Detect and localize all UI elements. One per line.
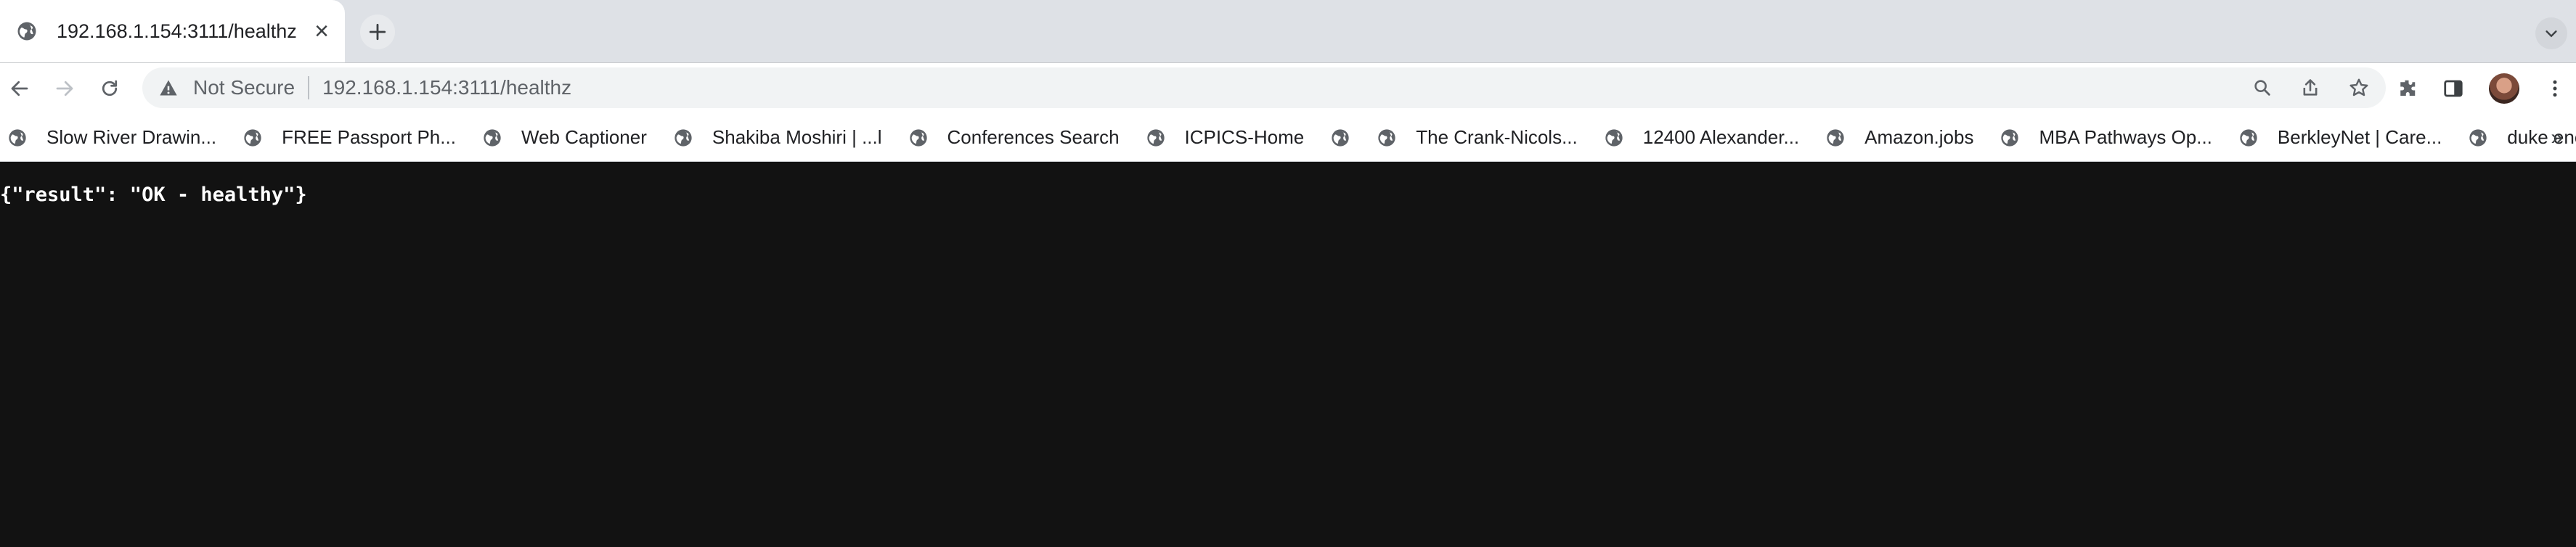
bookmark-label: 12400 Alexander...: [1642, 126, 1800, 148]
bookmark-item[interactable]: 12400 Alexander...: [1604, 121, 1808, 155]
bookmark-item[interactable]: ICPICS-Home: [1146, 121, 1313, 155]
bookmark-item[interactable]: Conferences Search: [908, 121, 1128, 155]
page-content: {"result": "OK - healthy"}: [0, 162, 2576, 546]
close-tab-icon[interactable]: ×: [307, 17, 336, 46]
globe-icon: [242, 128, 263, 148]
active-tab[interactable]: 192.168.1.154:3111/healthz ×: [0, 0, 345, 62]
bookmark-label: Shakiba Moshiri | ...l: [712, 126, 882, 148]
bookmark-label: MBA Pathways Op...: [2039, 126, 2212, 148]
browser-chrome: 192.168.1.154:3111/healthz × Not Secure …: [0, 0, 2576, 162]
toolbar-right-actions: [2396, 63, 2576, 114]
url-host: 192.168.1.154: [322, 76, 453, 99]
json-response-text: {"result": "OK - healthy"}: [0, 184, 307, 206]
bookmark-item[interactable]: BerkleyNet | Care...: [2238, 121, 2450, 155]
bookmark-item[interactable]: Slow River Drawin...: [7, 121, 225, 155]
tab-search-button[interactable]: [2535, 17, 2567, 49]
globe-icon: [2000, 128, 2020, 148]
plus-icon: [369, 23, 386, 41]
bookmark-label: Amazon.jobs: [1864, 126, 1974, 148]
new-tab-button[interactable]: [360, 15, 395, 49]
bookmarks-overflow-button[interactable]: »: [2551, 121, 2563, 155]
globe-icon: [1825, 128, 1846, 148]
profile-avatar[interactable]: [2489, 73, 2519, 104]
zoom-icon[interactable]: [2252, 78, 2273, 98]
globe-icon: [2468, 128, 2488, 148]
url-text[interactable]: 192.168.1.154:3111/healthz: [322, 76, 571, 99]
bookmark-label: Slow River Drawin...: [46, 126, 217, 148]
bookmark-item[interactable]: The Crank-Nicols...: [1377, 121, 1586, 155]
warning-icon[interactable]: [158, 78, 179, 98]
bookmark-label: duke energy - Go...: [2507, 126, 2576, 148]
tab-strip: 192.168.1.154:3111/healthz ×: [0, 0, 2576, 63]
bookmarks-bar: Slow River Drawin... FREE Passport Ph... W…: [0, 114, 2576, 162]
reload-button[interactable]: [90, 69, 129, 108]
globe-icon: [1377, 128, 1397, 148]
bookmark-label: ICPICS-Home: [1184, 126, 1305, 148]
globe-icon: [16, 20, 38, 42]
menu-dots-icon[interactable]: [2544, 78, 2566, 99]
globe-icon: [482, 128, 502, 148]
bookmark-label: Web Captioner: [521, 126, 647, 148]
bookmark-label: BerkleyNet | Care...: [2277, 126, 2442, 148]
globe-icon: [1330, 128, 1350, 148]
bookmark-item[interactable]: [1330, 121, 1359, 155]
omnibox-divider: [308, 76, 310, 99]
share-icon[interactable]: [2300, 78, 2320, 98]
bookmark-label: FREE Passport Ph...: [282, 126, 456, 148]
globe-icon: [673, 128, 693, 148]
bookmark-item[interactable]: Shakiba Moshiri | ...l: [673, 121, 891, 155]
address-bar[interactable]: Not Secure 192.168.1.154:3111/healthz: [142, 67, 2386, 108]
arrow-left-icon: [11, 81, 28, 96]
bookmark-item[interactable]: Amazon.jobs: [1825, 121, 1982, 155]
bookmark-label: Conferences Search: [947, 126, 1120, 148]
bookmark-item[interactable]: Web Captioner: [482, 121, 656, 155]
globe-icon: [2238, 128, 2259, 148]
chevron-down-icon: [2546, 30, 2557, 38]
bookmark-label: The Crank-Nicols...: [1416, 126, 1578, 148]
forward-button[interactable]: [45, 69, 84, 108]
bookmark-item[interactable]: MBA Pathways Op...: [2000, 121, 2220, 155]
back-button[interactable]: [0, 69, 39, 108]
globe-icon: [1146, 128, 1166, 148]
bookmark-star-icon[interactable]: [2348, 77, 2370, 99]
side-panel-icon[interactable]: [2442, 78, 2464, 99]
security-status-label[interactable]: Not Secure: [193, 76, 295, 99]
url-path: :3111/healthz: [452, 76, 572, 99]
globe-icon: [1604, 128, 1624, 148]
toolbar: Not Secure 192.168.1.154:3111/healthz: [0, 63, 2576, 114]
extensions-icon[interactable]: [2396, 78, 2418, 99]
globe-icon: [908, 128, 929, 148]
bookmark-item[interactable]: FREE Passport Ph...: [242, 121, 465, 155]
reload-icon: [102, 80, 118, 96]
arrow-right-icon: [56, 81, 73, 96]
omnibox-actions: [2252, 67, 2370, 108]
globe-icon: [7, 128, 28, 148]
tab-title: 192.168.1.154:3111/healthz: [57, 20, 297, 42]
